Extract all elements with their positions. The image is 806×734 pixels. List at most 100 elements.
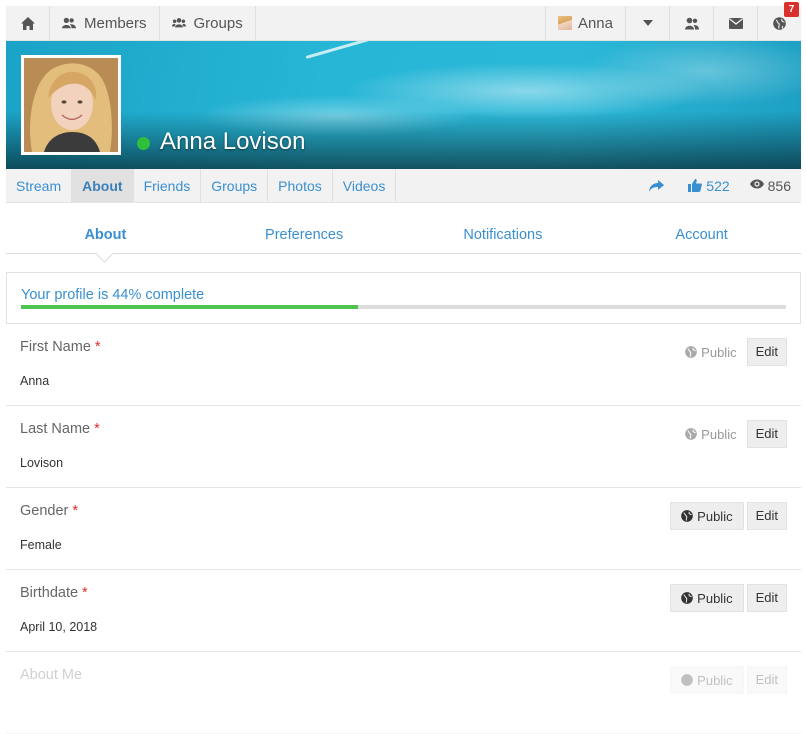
field-first-name: First Name * Anna Public Edit (6, 324, 801, 406)
thumbs-up-icon (688, 178, 703, 193)
likes-count: 522 (706, 177, 730, 194)
edit-button[interactable]: Edit (746, 338, 787, 366)
field-label-text: Gender (20, 503, 69, 519)
tab-groups[interactable]: Groups (201, 169, 269, 202)
required-marker: * (82, 585, 88, 601)
privacy-button[interactable]: Public (670, 502, 744, 530)
privacy-button[interactable]: Public (670, 666, 744, 694)
eye-icon (749, 179, 764, 193)
profile-cover: Anna Lovison (6, 41, 801, 169)
field-label: Gender * (20, 503, 78, 519)
section-tab-notifications[interactable]: Notifications (404, 203, 603, 253)
section-tab-account[interactable]: Account (602, 203, 801, 253)
profile-completion-track (21, 305, 786, 309)
profile-completion-text: Your profile is 44% complete (21, 287, 205, 303)
caret-down-icon (642, 20, 653, 26)
top-navbar: Members Groups Anna 7 (6, 2, 801, 41)
field-label: First Name * (20, 339, 101, 355)
section-tab-preferences[interactable]: Preferences (205, 203, 404, 253)
field-actions: Public Edit (675, 338, 787, 366)
privacy-label: Public (697, 590, 733, 606)
globe-icon (681, 510, 693, 522)
section-tab-about[interactable]: About (6, 203, 205, 253)
field-label-text: Last Name (20, 421, 91, 437)
user-menu[interactable]: Anna (546, 6, 626, 40)
groups-link[interactable]: Groups (160, 6, 256, 40)
edit-button[interactable]: Edit (746, 420, 787, 448)
messages-button[interactable] (714, 6, 758, 40)
users-icon (62, 16, 76, 30)
envelope-icon (728, 17, 743, 29)
navbar-spacer (256, 6, 546, 40)
tab-photos[interactable]: Photos (268, 169, 333, 202)
field-actions: Public Edit (670, 666, 787, 694)
notifications-button[interactable]: 7 (758, 2, 801, 40)
field-label: Last Name * (20, 421, 100, 437)
globe-icon (681, 592, 693, 604)
required-marker: * (94, 421, 100, 437)
required-marker: * (72, 503, 79, 519)
group-icon (171, 16, 186, 30)
profile-tabs: Stream About Friends Groups Photos Video… (6, 169, 801, 203)
field-birthdate: Birthdate * April 10, 2018 Public Edit (6, 570, 801, 652)
profile-completion-fill (21, 305, 358, 309)
share-button[interactable] (639, 169, 678, 202)
notification-count-badge: 7 (784, 2, 799, 17)
tab-about[interactable]: About (72, 169, 134, 202)
page: Members Groups Anna 7 Anna Lovison Strea… (6, 2, 801, 734)
field-label: About Me (20, 667, 82, 683)
field-value: Lovison (20, 456, 64, 470)
profile-name: Anna Lovison (160, 128, 306, 155)
tabs-spacer (396, 169, 639, 202)
privacy-toggle[interactable]: Public (675, 421, 746, 447)
views-count: 856 (767, 177, 791, 194)
field-value: Anna (20, 374, 50, 388)
privacy-label: Public (701, 426, 737, 442)
tab-videos[interactable]: Videos (333, 169, 397, 202)
user-name-label: Anna (577, 14, 613, 32)
user-avatar-mini (557, 16, 572, 30)
profile-completion-box: Your profile is 44% complete (6, 272, 801, 324)
members-label: Members (84, 14, 147, 32)
home-button[interactable] (6, 6, 50, 40)
groups-label: Groups (193, 14, 243, 32)
friend-requests-button[interactable] (670, 6, 714, 40)
avatar-portrait (24, 58, 118, 152)
field-value: Female (20, 538, 62, 552)
privacy-button[interactable]: Public (670, 584, 744, 612)
globe-icon (773, 16, 786, 30)
cover-cloud-streak (305, 41, 509, 59)
privacy-label: Public (697, 672, 733, 688)
field-actions: Public Edit (675, 420, 787, 448)
edit-button[interactable]: Edit (746, 666, 787, 694)
profile-avatar[interactable] (21, 55, 121, 155)
online-status-dot (137, 137, 150, 150)
share-icon (649, 179, 665, 192)
user-dropdown-button[interactable] (626, 6, 670, 40)
field-label-text: First Name (20, 339, 91, 355)
views-stat: 856 (740, 169, 801, 202)
field-label: Birthdate * (20, 585, 88, 601)
field-last-name: Last Name * Lovison Public Edit (6, 406, 801, 488)
field-label-text: About Me (20, 667, 83, 683)
field-about-me: About Me Public Edit (6, 652, 801, 734)
edit-button[interactable]: Edit (746, 584, 787, 612)
user-friends-icon (684, 17, 699, 29)
home-icon (20, 16, 35, 30)
likes-stat[interactable]: 522 (678, 169, 739, 202)
tab-friends[interactable]: Friends (134, 169, 202, 202)
globe-icon (685, 428, 697, 440)
field-actions: Public Edit (670, 584, 787, 612)
privacy-label: Public (701, 344, 737, 360)
required-marker: * (94, 339, 101, 355)
field-value: April 10, 2018 (20, 620, 98, 634)
field-actions: Public Edit (670, 502, 787, 530)
about-section-tabs: About Preferences Notifications Account (6, 203, 801, 254)
tab-stream[interactable]: Stream (6, 169, 73, 202)
field-label-text: Birthdate (20, 585, 79, 601)
field-gender: Gender * Female Public Edit (6, 488, 801, 570)
members-link[interactable]: Members (50, 6, 160, 40)
edit-button[interactable]: Edit (746, 502, 787, 530)
privacy-toggle[interactable]: Public (675, 339, 746, 365)
globe-icon (685, 346, 697, 358)
